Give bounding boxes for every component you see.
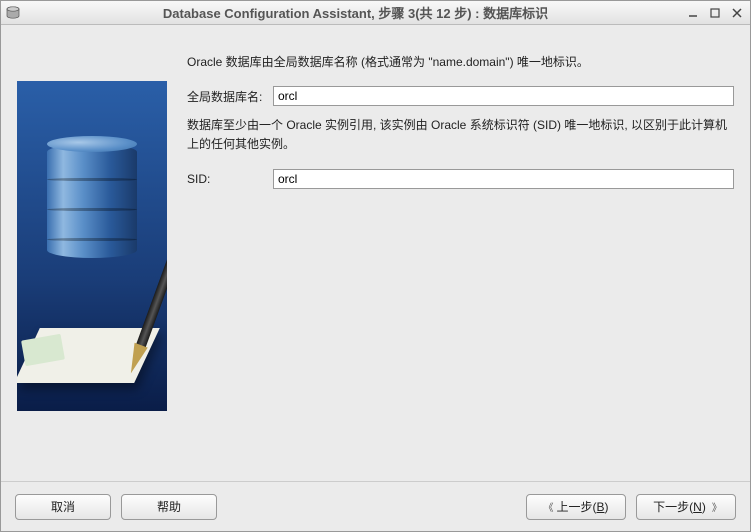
form-area: Oracle 数据库由全局数据库名称 (格式通常为 "name.domain")… <box>187 41 734 465</box>
help-label: 帮助 <box>157 498 181 515</box>
back-button[interactable]: 《 上一步(B) <box>526 494 626 520</box>
global-db-row: 全局数据库名: <box>187 86 734 106</box>
cancel-label: 取消 <box>51 498 75 515</box>
minimize-button[interactable] <box>684 5 702 21</box>
window-controls <box>684 5 746 21</box>
sid-label: SID: <box>187 172 273 186</box>
cancel-button[interactable]: 取消 <box>15 494 111 520</box>
global-db-input[interactable] <box>273 86 734 106</box>
chevron-double-right-icon: 》 <box>712 499 719 514</box>
close-button[interactable] <box>728 5 746 21</box>
footer-buttons: 取消 帮助 《 上一步(B) 下一步(N) 》 <box>1 481 750 531</box>
sid-row: SID: <box>187 169 734 189</box>
chevron-double-left-icon: 《 <box>543 499 550 514</box>
back-label: 上一步(B) <box>556 498 608 515</box>
next-label: 下一步(N) <box>653 498 706 515</box>
app-icon <box>5 5 21 21</box>
content-area: Oracle 数据库由全局数据库名称 (格式通常为 "name.domain")… <box>1 25 750 481</box>
titlebar: Database Configuration Assistant, 步骤 3(共… <box>1 1 750 25</box>
wizard-side-image <box>17 81 167 411</box>
sid-input[interactable] <box>273 169 734 189</box>
help-button[interactable]: 帮助 <box>121 494 217 520</box>
global-db-label: 全局数据库名: <box>187 88 273 105</box>
sid-intro-text: 数据库至少由一个 Oracle 实例引用, 该实例由 Oracle 系统标识符 … <box>187 116 734 154</box>
next-button[interactable]: 下一步(N) 》 <box>636 494 736 520</box>
maximize-button[interactable] <box>706 5 724 21</box>
app-window: Database Configuration Assistant, 步骤 3(共… <box>0 0 751 532</box>
window-title: Database Configuration Assistant, 步骤 3(共… <box>27 3 684 22</box>
intro-text: Oracle 数据库由全局数据库名称 (格式通常为 "name.domain")… <box>187 53 734 72</box>
